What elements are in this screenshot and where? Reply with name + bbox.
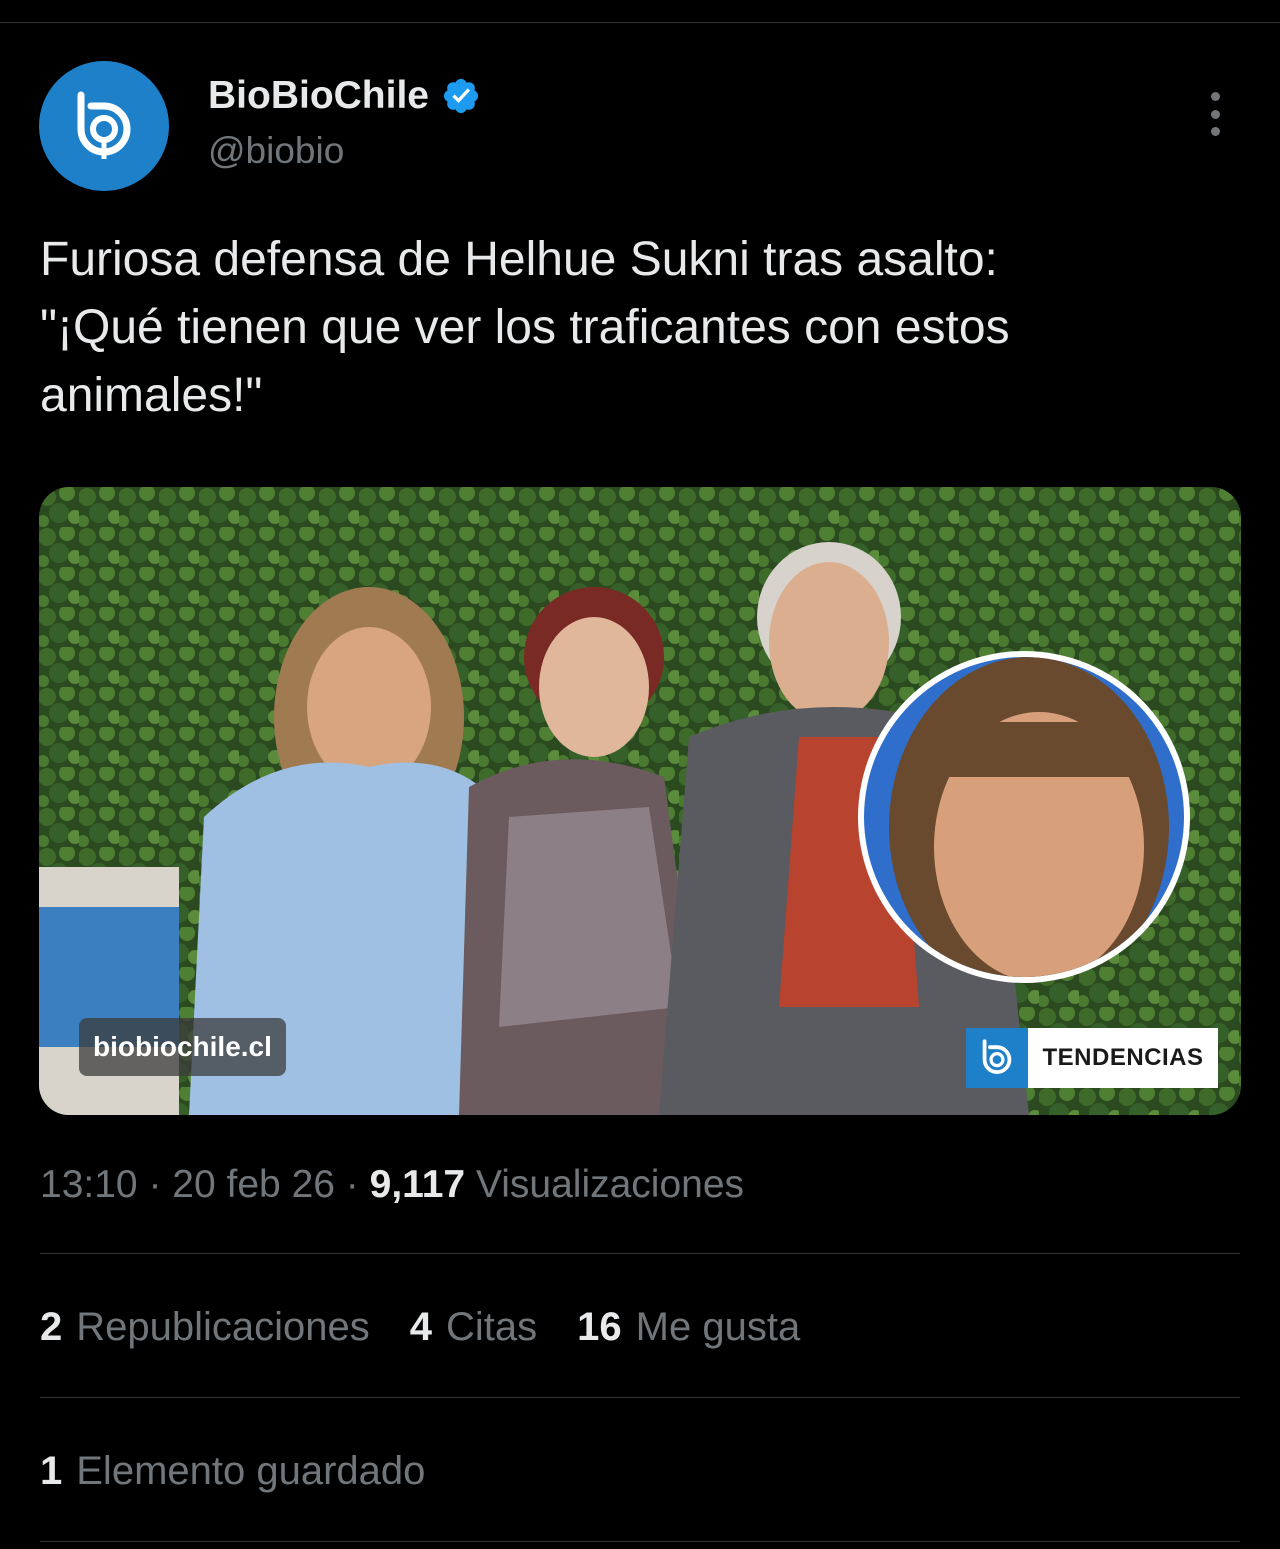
- watermark: biobiochile.cl: [79, 1018, 286, 1076]
- tweet-text-line: Furiosa defensa de Helhue Sukni tras asa…: [40, 233, 998, 286]
- quotes-stat[interactable]: 4 Citas: [410, 1305, 537, 1350]
- more-vertical-icon[interactable]: [1200, 92, 1230, 136]
- tweet-media-image[interactable]: biobiochile.cl TENDENCIAS: [39, 487, 1241, 1115]
- divider: [40, 1253, 1240, 1254]
- tweet-text-line: animales!": [40, 369, 263, 422]
- divider: [40, 1541, 1240, 1542]
- quotes-label: Citas: [446, 1305, 538, 1349]
- views-count: 9,117: [369, 1163, 466, 1206]
- bookmarks-count: 1: [40, 1449, 63, 1493]
- bookmarks-stat: 1 Elemento guardado: [40, 1449, 425, 1494]
- handle[interactable]: @biobio: [208, 130, 344, 172]
- separator: ·: [345, 1163, 359, 1206]
- tweet-meta: 13:10 · 20 feb 26 · 9,117 Visualizacione…: [40, 1163, 744, 1207]
- tendencias-badge: TENDENCIAS: [966, 1028, 1218, 1088]
- tweet-text: Furiosa defensa de Helhue Sukni tras asa…: [40, 226, 1240, 430]
- bookmarks-label: Elemento guardado: [76, 1449, 426, 1493]
- divider: [40, 1397, 1240, 1398]
- reposts-label: Republicaciones: [76, 1305, 370, 1349]
- verified-badge-icon: [441, 76, 481, 116]
- tweet-date[interactable]: 20 feb 26: [172, 1163, 335, 1206]
- display-name-text: BioBioChile: [208, 74, 429, 117]
- quotes-count: 4: [409, 1305, 433, 1349]
- separator: ·: [148, 1163, 162, 1206]
- engagement-stats: 2 Republicaciones 4 Citas 16 Me gusta: [40, 1305, 800, 1350]
- views-label: Visualizaciones: [475, 1163, 745, 1206]
- top-divider: [0, 22, 1280, 23]
- avatar[interactable]: [39, 61, 169, 191]
- reposts-stat[interactable]: 2 Republicaciones: [40, 1305, 370, 1350]
- biobio-logo-icon: [966, 1028, 1028, 1088]
- biobio-logo-icon: [77, 91, 131, 159]
- likes-count: 16: [577, 1305, 622, 1349]
- tweet-time[interactable]: 13:10: [40, 1163, 138, 1206]
- likes-label: Me gusta: [635, 1305, 801, 1349]
- reposts-count: 2: [40, 1305, 63, 1349]
- tweet-text-line: "¡Qué tienen que ver los traficantes con…: [40, 301, 1010, 354]
- display-name[interactable]: BioBioChile: [208, 74, 481, 118]
- tendencias-label: TENDENCIAS: [1028, 1028, 1218, 1088]
- likes-stat[interactable]: 16 Me gusta: [577, 1305, 800, 1350]
